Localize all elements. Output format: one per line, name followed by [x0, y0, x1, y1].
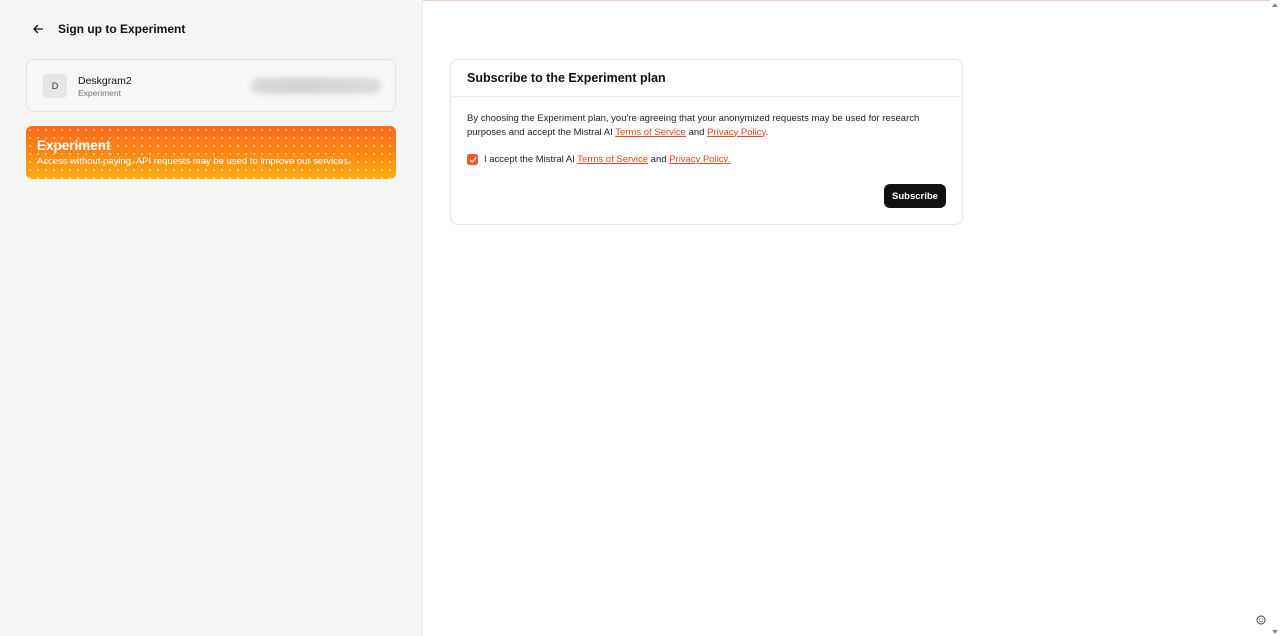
left-sidebar: Sign up to Experiment D Deskgram2 Experi… [0, 0, 423, 636]
subscribe-card: Subscribe to the Experiment plan By choo… [450, 59, 963, 225]
account-card[interactable]: D Deskgram2 Experiment [26, 59, 396, 112]
scrollbar[interactable] [1270, 0, 1280, 636]
agreement-and: and [685, 126, 708, 138]
accept-terms-checkbox[interactable] [467, 154, 478, 165]
subscribe-card-body: By choosing the Experiment plan, you're … [451, 97, 962, 165]
plan-title: Experiment [37, 138, 111, 153]
checkmark-icon [469, 156, 476, 163]
header-row: Sign up to Experiment [30, 20, 185, 38]
accept-prefix: I accept the Mistral AI [484, 154, 578, 165]
experiment-plan-card[interactable]: Experiment Access without paying. API re… [26, 126, 396, 179]
scroll-down-arrow-icon[interactable] [1272, 630, 1278, 634]
privacy-policy-link[interactable]: Privacy Policy [707, 127, 765, 138]
accept-terms-row: I accept the Mistral AI Terms of Service… [467, 154, 946, 165]
accept-privacy-policy-link[interactable]: Privacy Policy. [669, 154, 730, 165]
agreement-suffix: . [765, 126, 769, 138]
subscribe-card-header: Subscribe to the Experiment plan [451, 60, 962, 97]
subscribe-button[interactable]: Subscribe [884, 184, 946, 208]
scroll-up-arrow-icon[interactable] [1272, 3, 1278, 7]
account-email-blurred [251, 78, 381, 94]
accept-terms-label: I accept the Mistral AI Terms of Service… [484, 154, 730, 165]
subscribe-title: Subscribe to the Experiment plan [467, 71, 666, 85]
account-name: Deskgram2 [78, 75, 132, 87]
account-plan: Experiment [78, 88, 121, 98]
plan-description: Access without paying. API requests may … [37, 156, 351, 167]
help-icon[interactable] [1256, 615, 1266, 625]
smiley-icon [1256, 615, 1266, 625]
accept-terms-of-service-link[interactable]: Terms of Service [577, 154, 648, 165]
accept-and: and [648, 154, 670, 165]
page-title: Sign up to Experiment [58, 22, 186, 36]
back-button[interactable] [30, 21, 46, 37]
arrow-left-icon [33, 24, 44, 34]
terms-of-service-link[interactable]: Terms of Service [615, 127, 686, 138]
agreement-text: By choosing the Experiment plan, you're … [467, 112, 953, 139]
avatar: D [43, 74, 67, 98]
